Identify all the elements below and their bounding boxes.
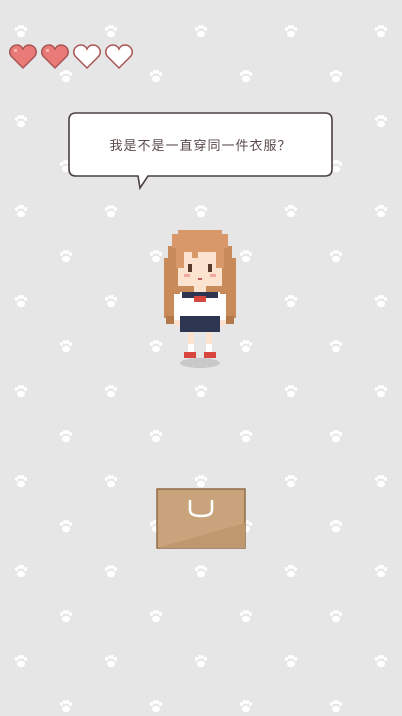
heart-full-icon [9,44,37,70]
heart-empty-icon [73,44,101,70]
dialogue-text: 我是不是一直穿同一件衣服？ [109,138,292,154]
shopping-bag-button[interactable] [156,488,246,549]
heart-full-icon [41,44,69,70]
pixel-character-girl[interactable] [160,228,240,370]
heart-empty-icon [105,44,133,70]
health-hearts [9,44,133,70]
